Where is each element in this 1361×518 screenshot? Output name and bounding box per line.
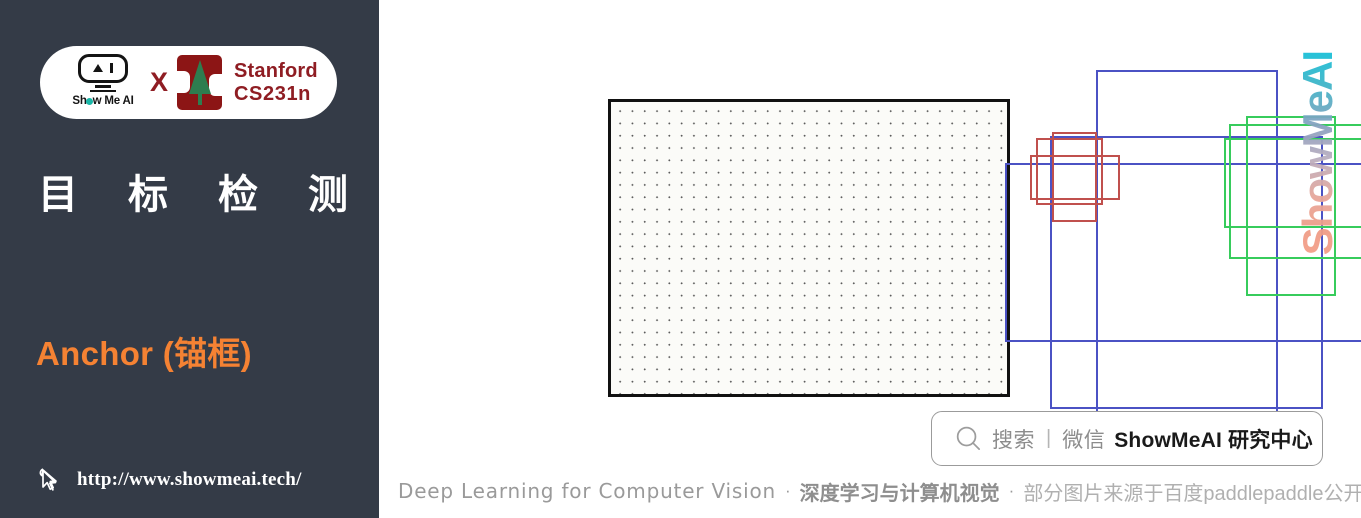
- cross-label: X: [150, 67, 169, 97]
- robot-eye-bar-icon: [110, 63, 113, 73]
- chapter-title-char-2: 检: [218, 173, 258, 217]
- website-url-row[interactable]: http://www.showmeai.tech/: [36, 465, 302, 495]
- search-label: 搜索: [992, 428, 1035, 452]
- anchor-box-red-square: [1036, 138, 1103, 205]
- watermark-label: ShowMeAI: [1294, 50, 1341, 256]
- chapter-title: 目 标 检 测: [38, 162, 348, 220]
- stanford-s-notch-right: [209, 74, 224, 96]
- stanford-tree-trunk: [197, 92, 202, 105]
- slide-caption: Deep Learning for Computer Vision · 深度学习…: [398, 476, 1361, 506]
- feature-map-canvas: [608, 99, 1010, 397]
- brand-logo-pill: Sh w Me AI X Stanford CS231n: [40, 46, 337, 119]
- showmeai-vertical-watermark: ShowMeAI: [1294, 28, 1341, 278]
- stanford-line2: CS231n: [234, 82, 311, 105]
- robot-face-icon: [78, 53, 128, 83]
- stanford-tree-icon: [176, 55, 224, 110]
- search-separator: |: [1046, 427, 1052, 449]
- showmeai-wordmark-pre: Sh: [72, 95, 87, 108]
- showmeai-robot-icon: Sh w Me AI: [62, 53, 144, 112]
- sidebar: Sh w Me AI X Stanford CS231n 目 标 检 测 Anch…: [0, 0, 379, 518]
- stanford-line1: Stanford: [234, 60, 318, 83]
- brand-label: ShowMeAI 研究中心: [1114, 428, 1313, 452]
- robot-eye-caret-icon: [93, 64, 103, 72]
- caption-dot-2: ·: [1008, 481, 1015, 500]
- showmeai-wordmark: Sh w Me AI: [72, 95, 133, 107]
- slide-content: 搜索 | 微信 ShowMeAI 研究中心 Deep Learning for …: [379, 0, 1361, 518]
- chapter-title-char-3: 测: [308, 173, 348, 217]
- slide-root: Sh w Me AI X Stanford CS231n 目 标 检 测 Anch…: [0, 0, 1361, 518]
- page-title: Anchor (锚框): [36, 335, 252, 372]
- caption-source: 部分图片来源于百度paddlepaddle公开课: [1023, 482, 1361, 505]
- caption-dot-1: ·: [784, 481, 791, 500]
- caption-chinese-bold: 深度学习与计算机视觉: [799, 482, 1000, 505]
- magnifier-icon: [956, 426, 981, 451]
- robot-base: [90, 89, 116, 93]
- stanford-course-label: Stanford CS231n: [234, 60, 318, 105]
- website-url-label: http://www.showmeai.tech/: [77, 469, 302, 490]
- channel-label: 微信: [1062, 428, 1106, 452]
- cursor-pointer-icon: [39, 468, 57, 491]
- stanford-tree-crown: [188, 60, 211, 94]
- chapter-title-char-0: 目: [38, 173, 78, 217]
- caption-english: Deep Learning for Computer Vision: [398, 479, 776, 503]
- robot-neck: [95, 85, 111, 88]
- chapter-title-char-1: 标: [128, 173, 168, 217]
- showmeai-wordmark-post: w Me AI: [92, 95, 134, 108]
- wechat-search-pill[interactable]: 搜索 | 微信 ShowMeAI 研究中心: [931, 411, 1323, 466]
